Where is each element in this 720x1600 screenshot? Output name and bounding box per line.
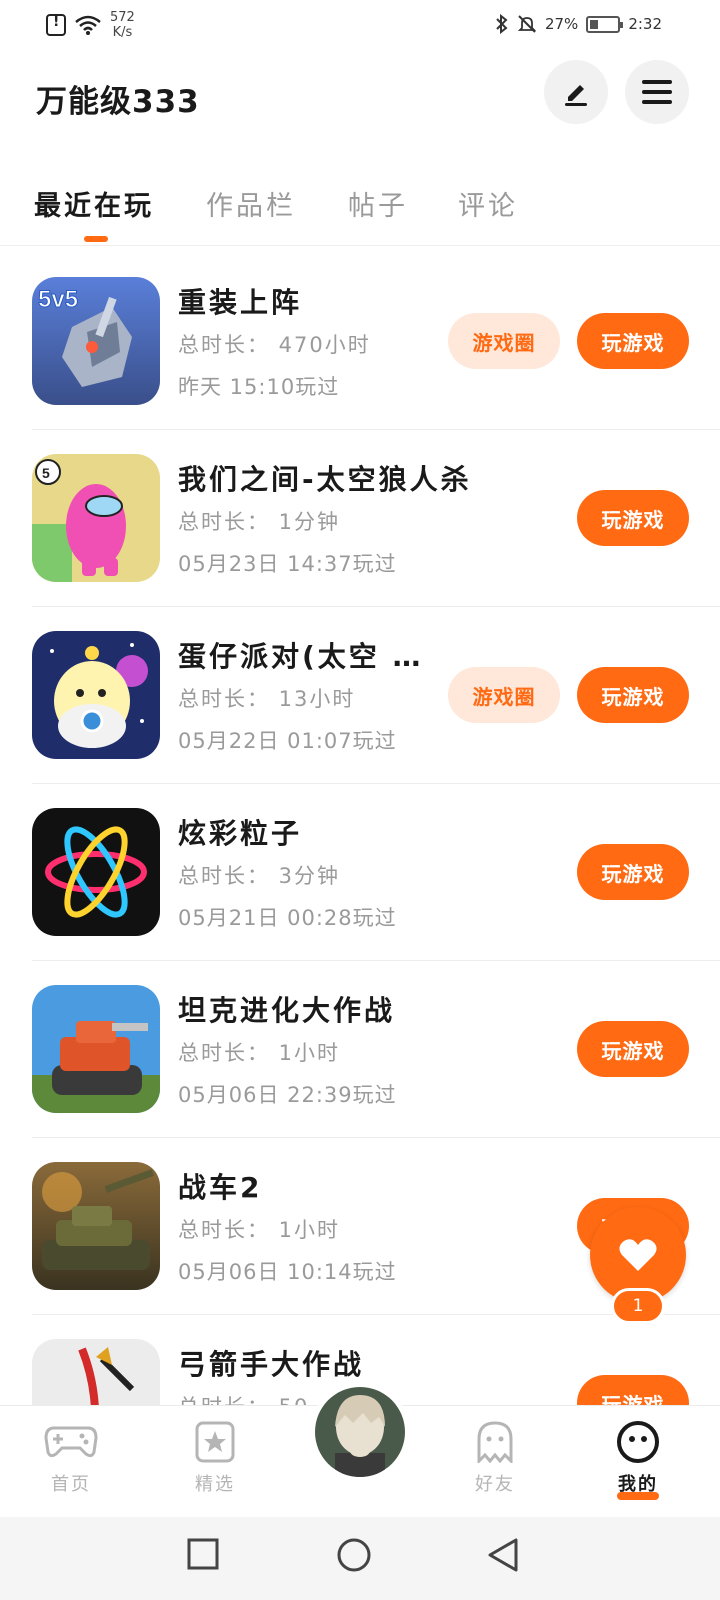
recent-apps-icon[interactable] bbox=[186, 1537, 220, 1571]
system-navigation-bar bbox=[0, 1517, 720, 1600]
home-circle-icon[interactable] bbox=[336, 1537, 372, 1573]
network-speed: 572 K/s bbox=[110, 10, 135, 40]
nav-item-mine[interactable]: 我的 bbox=[593, 1420, 683, 1500]
game-last-played: 05月23日 14:37玩过 bbox=[178, 552, 397, 576]
page-title: 万能级333 bbox=[36, 84, 200, 120]
play-game-button[interactable]: 玩游戏 bbox=[577, 844, 689, 900]
battery-icon bbox=[586, 15, 624, 33]
list-item[interactable]: 5v5 重装上阵 总时长： 470小时 昨天 15:10玩过 游戏圈 玩游戏 bbox=[32, 253, 720, 430]
nav-label: 首页 bbox=[51, 1474, 91, 1495]
nav-label: 我的 bbox=[618, 1474, 658, 1495]
game-icon-particles[interactable] bbox=[32, 808, 160, 936]
game-last-played: 05月22日 01:07玩过 bbox=[178, 729, 397, 753]
status-left: 572 K/s bbox=[46, 10, 135, 40]
menu-button[interactable] bbox=[625, 60, 689, 124]
edit-button[interactable] bbox=[544, 60, 608, 124]
game-last-played: 05月21日 00:28玩过 bbox=[178, 906, 397, 930]
tab-recently-played[interactable]: 最近在玩 bbox=[34, 184, 154, 223]
nav-item-home[interactable]: 首页 bbox=[26, 1420, 116, 1496]
battery-percent: 27% bbox=[544, 15, 579, 33]
like-count-badge: 1 bbox=[611, 1288, 665, 1324]
game-name: 坦克进化大作战 bbox=[178, 994, 396, 1027]
game-name: 炫彩粒子 bbox=[178, 817, 303, 850]
hamburger-icon bbox=[642, 80, 672, 104]
tab-comments[interactable]: 评论 bbox=[458, 184, 518, 223]
tab-posts[interactable]: 帖子 bbox=[348, 184, 408, 223]
tab-works[interactable]: 作品栏 bbox=[206, 184, 296, 223]
game-last-played: 05月06日 22:39玩过 bbox=[178, 1083, 397, 1107]
tab-bar: 最近在玩 作品栏 帖子 评论 bbox=[0, 170, 720, 246]
game-duration: 总时长： 3分钟 bbox=[178, 864, 341, 888]
game-last-played: 05月06日 10:14玩过 bbox=[178, 1260, 397, 1284]
game-last-played: 昨天 15:10玩过 bbox=[178, 375, 340, 399]
play-game-button[interactable]: 玩游戏 bbox=[577, 313, 689, 369]
game-icon-tank-2[interactable] bbox=[32, 1162, 160, 1290]
nav-item-friends[interactable]: 好友 bbox=[450, 1420, 540, 1496]
wifi-icon bbox=[75, 15, 101, 35]
svg-text:5v5: 5v5 bbox=[38, 286, 78, 313]
alert-icon bbox=[46, 14, 66, 36]
list-item[interactable]: 坦克进化大作战 总时长： 1小时 05月06日 22:39玩过 玩游戏 bbox=[32, 961, 720, 1138]
ghost-icon bbox=[467, 1420, 523, 1464]
speed-value: 572 bbox=[110, 10, 135, 25]
status-bar: 572 K/s 27% 2:32 bbox=[0, 0, 720, 50]
game-name: 弓箭手大作战 bbox=[178, 1348, 365, 1381]
pen-icon bbox=[565, 85, 587, 106]
list-item[interactable]: 5 我们之间-太空狼人杀 总时长： 1分钟 05月23日 14:37玩过 玩游戏 bbox=[32, 430, 720, 607]
game-name: 蛋仔派对(太空 … bbox=[178, 640, 424, 673]
heart-icon bbox=[619, 1239, 657, 1271]
play-game-button[interactable]: 玩游戏 bbox=[577, 667, 689, 723]
mute-bell-icon bbox=[517, 15, 537, 33]
face-icon bbox=[610, 1420, 666, 1464]
gamepad-icon bbox=[43, 1420, 99, 1464]
play-game-button[interactable]: 玩游戏 bbox=[577, 490, 689, 546]
center-avatar-button[interactable] bbox=[310, 1382, 410, 1482]
avatar bbox=[315, 1387, 405, 1477]
nav-item-featured[interactable]: 精选 bbox=[170, 1420, 260, 1496]
game-duration: 总时长： 13小时 bbox=[178, 687, 356, 711]
game-circle-button[interactable]: 游戏圈 bbox=[448, 667, 560, 723]
game-name: 战车2 bbox=[178, 1171, 263, 1204]
game-name: 我们之间-太空狼人杀 bbox=[178, 463, 472, 496]
game-duration: 总时长： 1小时 bbox=[178, 1041, 341, 1065]
star-badge-icon bbox=[187, 1420, 243, 1464]
clock: 2:32 bbox=[628, 15, 662, 33]
play-game-button[interactable]: 玩游戏 bbox=[577, 1021, 689, 1077]
game-name: 重装上阵 bbox=[178, 286, 303, 319]
game-duration: 总时长： 1分钟 bbox=[178, 510, 341, 534]
status-right: 27% 2:32 bbox=[495, 14, 662, 34]
svg-text:5: 5 bbox=[42, 465, 50, 481]
game-duration: 总时长： 1小时 bbox=[178, 1218, 341, 1242]
list-item[interactable]: 蛋仔派对(太空 … 总时长： 13小时 05月22日 01:07玩过 游戏圈 玩… bbox=[32, 607, 720, 784]
active-tab-indicator bbox=[84, 236, 108, 242]
speed-unit: K/s bbox=[112, 25, 133, 40]
game-icon-mech[interactable]: 5v5 bbox=[32, 277, 160, 405]
list-item[interactable]: 炫彩粒子 总时长： 3分钟 05月21日 00:28玩过 玩游戏 bbox=[32, 784, 720, 961]
nav-label: 精选 bbox=[195, 1474, 235, 1495]
profile-header: 万能级333 bbox=[0, 56, 720, 132]
game-icon-tank-evolution[interactable] bbox=[32, 985, 160, 1113]
bluetooth-icon bbox=[496, 14, 508, 34]
game-duration: 总时长： 470小时 bbox=[178, 333, 371, 357]
back-triangle-icon[interactable] bbox=[486, 1537, 520, 1573]
game-icon-among-us[interactable]: 5 bbox=[32, 454, 160, 582]
game-icon-eggy-party[interactable] bbox=[32, 631, 160, 759]
game-circle-button[interactable]: 游戏圈 bbox=[448, 313, 560, 369]
nav-label: 好友 bbox=[475, 1474, 515, 1495]
